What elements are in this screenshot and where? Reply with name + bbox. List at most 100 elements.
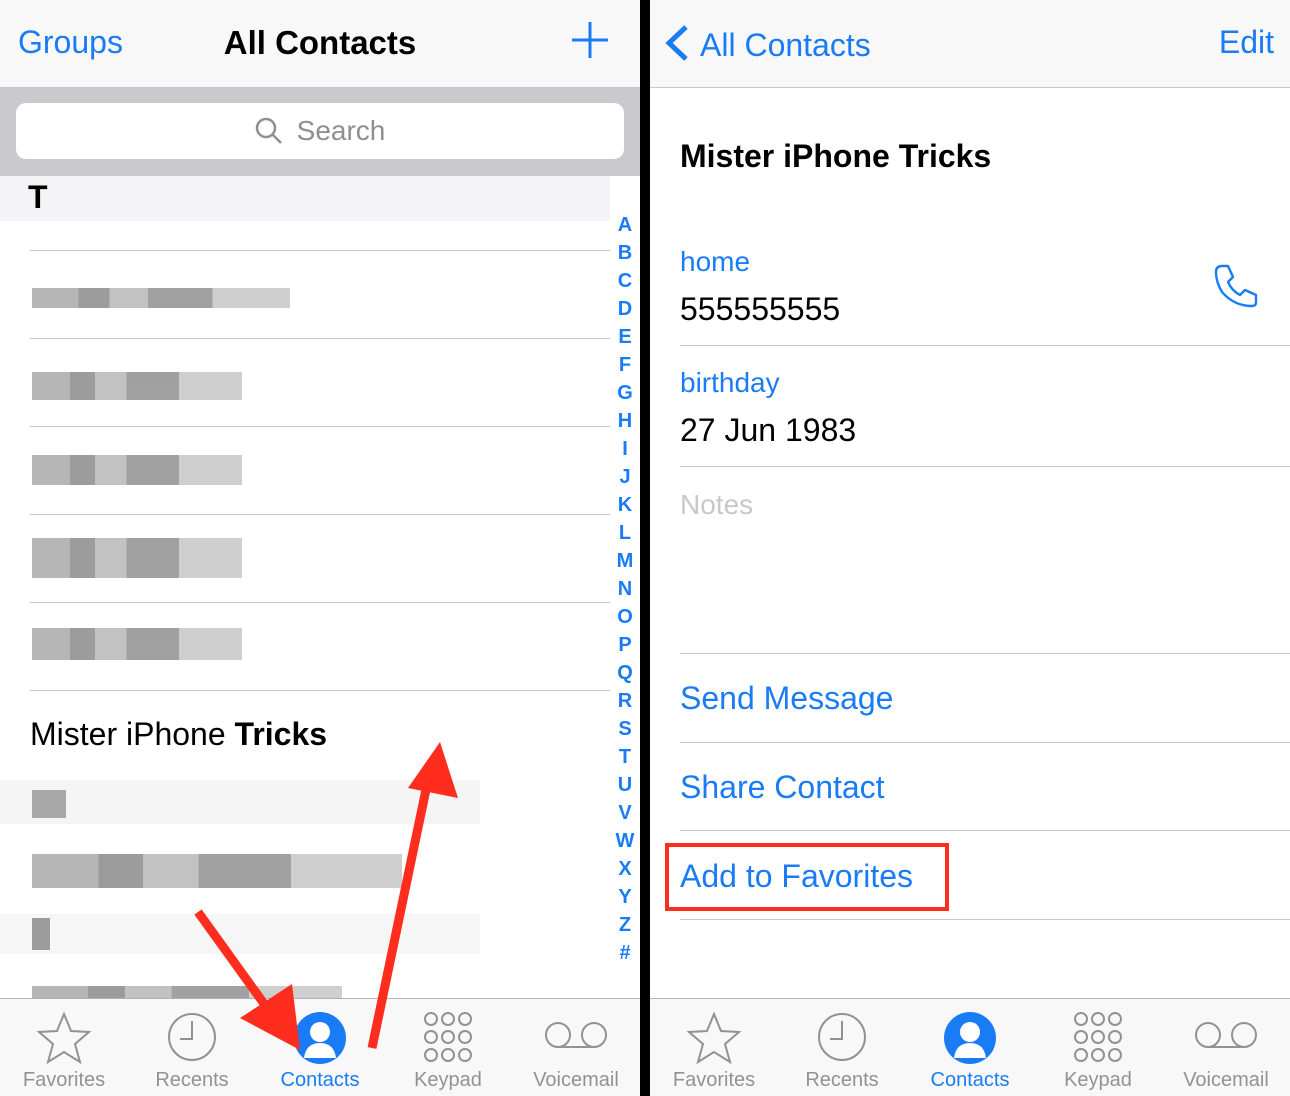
search-placeholder: Search <box>296 115 386 146</box>
index-letter[interactable]: N <box>612 575 638 603</box>
keypad-icon <box>422 1011 474 1068</box>
alphabet-index[interactable]: A B C D E F G H I J K L M N O P Q R S T U V W X Y Z # <box>612 211 638 967</box>
tab-label: Favorites <box>22 1069 106 1091</box>
blurred-contact-row[interactable] <box>0 914 480 954</box>
plus-icon <box>572 22 608 58</box>
index-letter[interactable]: M <box>612 547 638 575</box>
search-input[interactable]: Search <box>16 103 624 159</box>
index-letter[interactable]: J <box>612 463 638 491</box>
index-letter[interactable]: O <box>612 603 638 631</box>
search-bar: Search <box>0 88 640 176</box>
row-divider <box>680 653 1290 654</box>
tab-voicemail[interactable]: Voicemail <box>1162 999 1290 1096</box>
index-letter[interactable]: R <box>612 687 638 715</box>
tab-keypad[interactable]: Keypad <box>384 999 512 1096</box>
contact-detail-screen: All Contacts Edit Mister iPhone Tricks h… <box>650 0 1290 1096</box>
index-letter[interactable]: A <box>612 211 638 239</box>
blurred-contact-row[interactable] <box>32 288 290 308</box>
phone-call-icon[interactable] <box>1212 262 1260 315</box>
index-letter[interactable]: S <box>612 715 638 743</box>
contact-row-mister-iphone-tricks[interactable]: Mister iPhone Tricks <box>30 716 327 753</box>
contacts-icon <box>293 1011 347 1070</box>
blurred-contact-row[interactable] <box>32 538 242 578</box>
tab-voicemail[interactable]: Voicemail <box>512 999 640 1096</box>
index-letter[interactable]: H <box>612 407 638 435</box>
contact-name: Mister iPhone Tricks <box>680 138 992 174</box>
star-icon <box>36 1011 92 1070</box>
star-icon <box>686 1011 742 1070</box>
row-divider <box>680 919 1290 920</box>
tab-label: Contacts <box>930 1069 1010 1091</box>
tab-bar: Favorites Recents Contacts Keypad Voicem… <box>0 998 640 1096</box>
blurred-contact-row[interactable] <box>32 854 402 888</box>
tab-recents[interactable]: Recents <box>778 999 906 1096</box>
birthday-value: 27 Jun 1983 <box>680 412 857 448</box>
tab-favorites[interactable]: Favorites <box>0 999 128 1096</box>
index-letter[interactable]: I <box>612 435 638 463</box>
back-label: All Contacts <box>700 27 871 63</box>
birthday-label: birthday <box>680 367 780 398</box>
index-letter[interactable]: T <box>612 743 638 771</box>
index-letter[interactable]: Y <box>612 883 638 911</box>
chevron-left-icon <box>665 25 688 61</box>
contacts-nav-bar: Groups All Contacts <box>0 0 640 88</box>
phone-label: home <box>680 246 751 277</box>
index-letter[interactable]: X <box>612 855 638 883</box>
index-letter[interactable]: E <box>612 323 638 351</box>
add-contact-button[interactable] <box>570 20 610 68</box>
index-letter[interactable]: B <box>612 239 638 267</box>
blurred-contact-row[interactable] <box>32 455 242 485</box>
tab-contacts[interactable]: Contacts <box>906 999 1034 1096</box>
blurred-contact-row[interactable] <box>32 628 242 660</box>
search-icon <box>255 117 282 144</box>
row-divider <box>30 338 610 339</box>
blurred-contact-row[interactable] <box>0 780 480 824</box>
row-divider <box>30 602 610 603</box>
send-message-button[interactable]: Send Message <box>680 680 893 717</box>
tab-label: Keypad <box>414 1069 482 1091</box>
tab-keypad[interactable]: Keypad <box>1034 999 1162 1096</box>
edit-button[interactable]: Edit <box>1219 24 1274 61</box>
share-contact-button[interactable]: Share Contact <box>680 769 885 806</box>
clock-icon <box>166 1011 218 1068</box>
tab-recents[interactable]: Recents <box>128 999 256 1096</box>
voicemail-icon <box>1194 1021 1258 1056</box>
index-letter[interactable]: V <box>612 799 638 827</box>
index-letter[interactable]: # <box>612 939 638 967</box>
index-letter[interactable]: K <box>612 491 638 519</box>
tab-label: Recents <box>805 1069 879 1091</box>
tab-label: Contacts <box>280 1069 360 1091</box>
phone-number[interactable]: 555555555 <box>680 291 840 328</box>
index-letter[interactable]: Q <box>612 659 638 687</box>
index-letter[interactable]: F <box>612 351 638 379</box>
index-letter[interactable]: C <box>612 267 638 295</box>
section-letter: T <box>28 179 48 215</box>
index-letter[interactable]: P <box>612 631 638 659</box>
tab-label: Recents <box>155 1069 229 1091</box>
tab-label: Voicemail <box>533 1069 619 1091</box>
notes-field[interactable]: Notes <box>680 489 753 521</box>
tab-contacts[interactable]: Contacts <box>256 999 384 1096</box>
blurred-avatar <box>32 918 50 950</box>
tab-favorites[interactable]: Favorites <box>650 999 778 1096</box>
voicemail-icon <box>544 1021 608 1056</box>
index-letter[interactable]: L <box>612 519 638 547</box>
blurred-contact-row[interactable] <box>32 372 242 400</box>
index-letter[interactable]: D <box>612 295 638 323</box>
index-letter[interactable]: W <box>612 827 638 855</box>
row-divider <box>30 426 610 427</box>
back-button[interactable]: All Contacts <box>664 24 871 64</box>
index-letter[interactable]: Z <box>612 911 638 939</box>
tab-label: Keypad <box>1064 1069 1132 1091</box>
contacts-icon <box>943 1011 997 1070</box>
index-letter[interactable]: G <box>612 379 638 407</box>
row-divider <box>680 466 1290 467</box>
contacts-list-screen: Groups All Contacts Search T Mister iPho <box>0 0 640 1096</box>
blurred-avatar <box>32 790 66 818</box>
tab-label: Voicemail <box>1183 1069 1269 1091</box>
detail-nav-bar: All Contacts Edit <box>650 0 1290 88</box>
contact-last-name: Tricks <box>234 716 328 752</box>
index-letter[interactable]: U <box>612 771 638 799</box>
contact-first-name: Mister iPhone <box>30 716 226 752</box>
keypad-icon <box>1072 1011 1124 1068</box>
